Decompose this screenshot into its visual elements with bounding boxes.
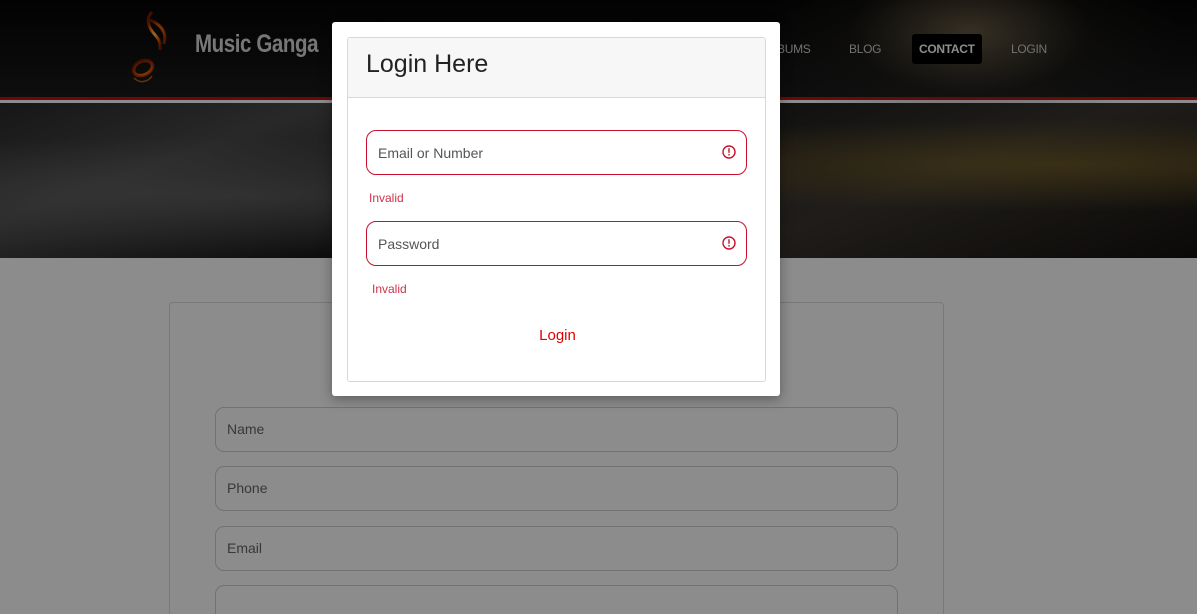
login-title: Login Here: [366, 50, 489, 78]
login-button[interactable]: Login: [348, 327, 765, 344]
login-modal: Login Here Invalid Invalid Login: [332, 22, 780, 396]
error-icon: [722, 145, 736, 159]
email-or-number-input[interactable]: [378, 131, 708, 174]
password-field[interactable]: [366, 221, 747, 266]
password-error-text: Invalid: [372, 282, 407, 296]
email-error-text: Invalid: [369, 191, 404, 205]
login-card-header: Login Here: [348, 38, 765, 98]
password-input[interactable]: [378, 222, 708, 265]
email-or-number-field[interactable]: [366, 130, 747, 175]
error-icon: [722, 236, 736, 250]
login-card: Login Here Invalid Invalid Login: [347, 37, 766, 382]
